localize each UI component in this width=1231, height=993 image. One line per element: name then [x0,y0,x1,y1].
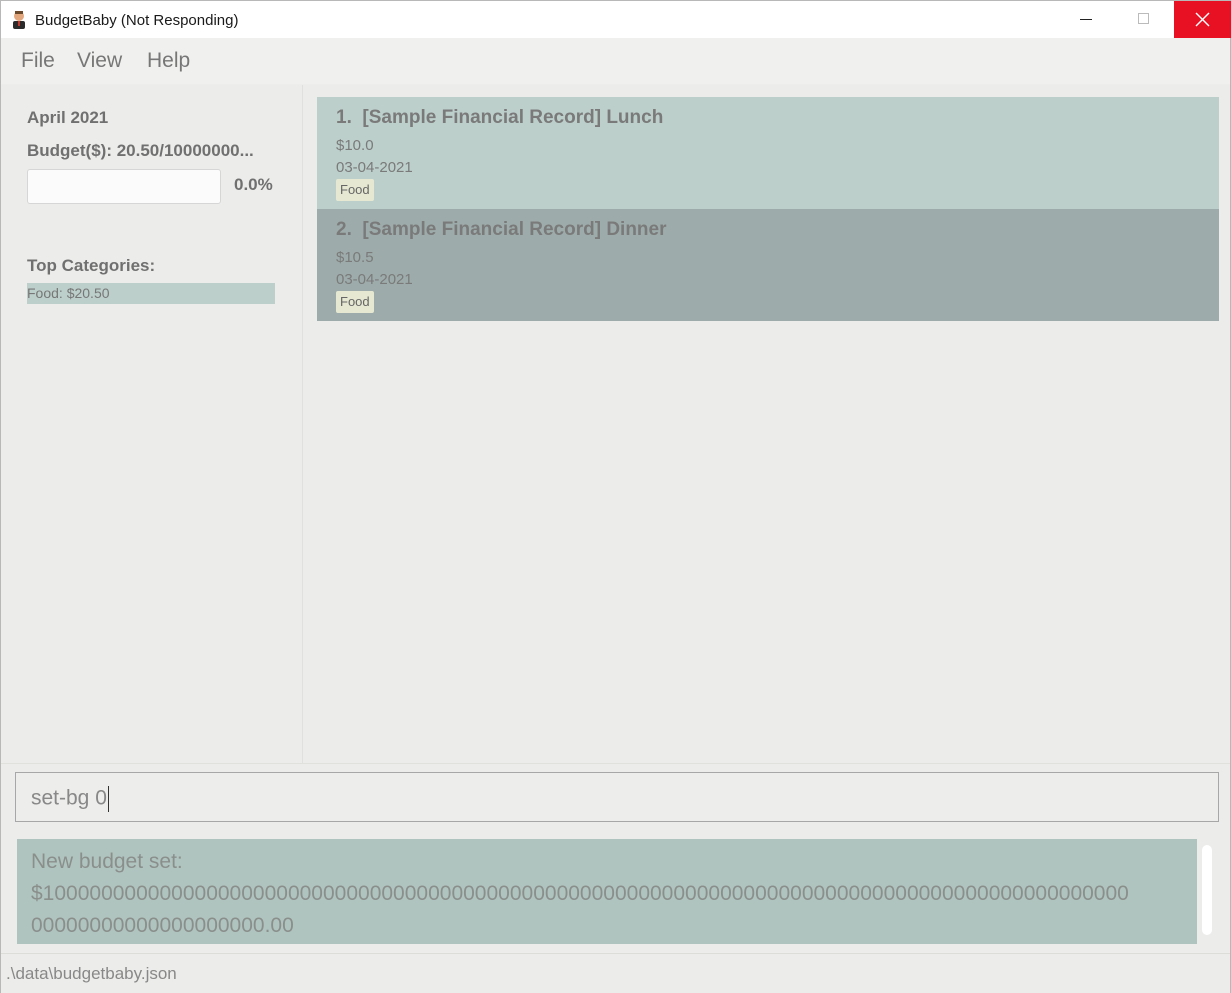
top-categories-heading: Top Categories: [27,256,156,275]
category-item: Food: $20.50 [27,283,275,304]
close-icon [1195,12,1210,27]
maximize-button[interactable] [1116,1,1173,38]
menu-help[interactable]: Help [147,49,190,73]
title-bar[interactable]: BudgetBaby (Not Responding) [1,1,1231,38]
result-line: $100000000000000000000000000000000000000… [31,882,1129,905]
month-label: April 2021 [27,108,109,127]
result-display: New budget set: $10000000000000000000000… [17,839,1197,944]
record-card[interactable]: 1. [Sample Financial Record] Lunch $10.0… [317,97,1219,209]
command-text: set-bg 0 [31,786,107,810]
record-amount: $10.0 [336,137,374,154]
record-title: 1. [Sample Financial Record] Lunch [336,107,663,129]
record-name: [Sample Financial Record] Dinner [362,219,667,240]
text-cursor [107,786,109,812]
record-list-panel[interactable]: 1. [Sample Financial Record] Lunch $10.0… [303,85,1230,763]
menu-view[interactable]: View [77,49,122,73]
command-input[interactable]: set-bg 0 [15,772,1219,822]
category-tag: Food [336,291,374,313]
record-name: [Sample Financial Record] Lunch [362,107,664,128]
window-title: BudgetBaby (Not Responding) [35,12,239,29]
record-card[interactable]: 2. [Sample Financial Record] Dinner $10.… [317,209,1219,321]
record-amount: $10.5 [336,249,374,266]
app-logo-icon [13,11,25,29]
budget-summary-panel: April 2021 Budget($): 20.50/10000000... … [1,85,303,763]
record-index: 2. [336,219,352,240]
menu-bar: File View Help [1,38,1230,84]
budget-progress-percent: 0.0% [234,175,273,194]
record-date: 03-04-2021 [336,159,413,176]
budget-progress-bar [27,169,221,204]
result-scrollbar[interactable] [1202,845,1212,935]
result-line: New budget set: [31,850,183,873]
record-index: 1. [336,107,352,128]
data-file-path: .\data\budgetbaby.json [6,964,177,983]
record-title: 2. [Sample Financial Record] Dinner [336,219,667,241]
command-area: set-bg 0 [1,763,1230,830]
close-button[interactable] [1174,1,1231,38]
record-date: 03-04-2021 [336,271,413,288]
status-bar: .\data\budgetbaby.json [1,953,1230,993]
result-line: 00000000000000000000.00 [31,914,294,937]
menu-file[interactable]: File [21,49,55,73]
minimize-button[interactable] [1058,1,1115,38]
budget-label: Budget($): 20.50/10000000... [27,141,254,160]
result-area: New budget set: $10000000000000000000000… [1,830,1230,952]
app-window: BudgetBaby (Not Responding) File View He… [0,0,1231,993]
category-tag: Food [336,179,374,201]
